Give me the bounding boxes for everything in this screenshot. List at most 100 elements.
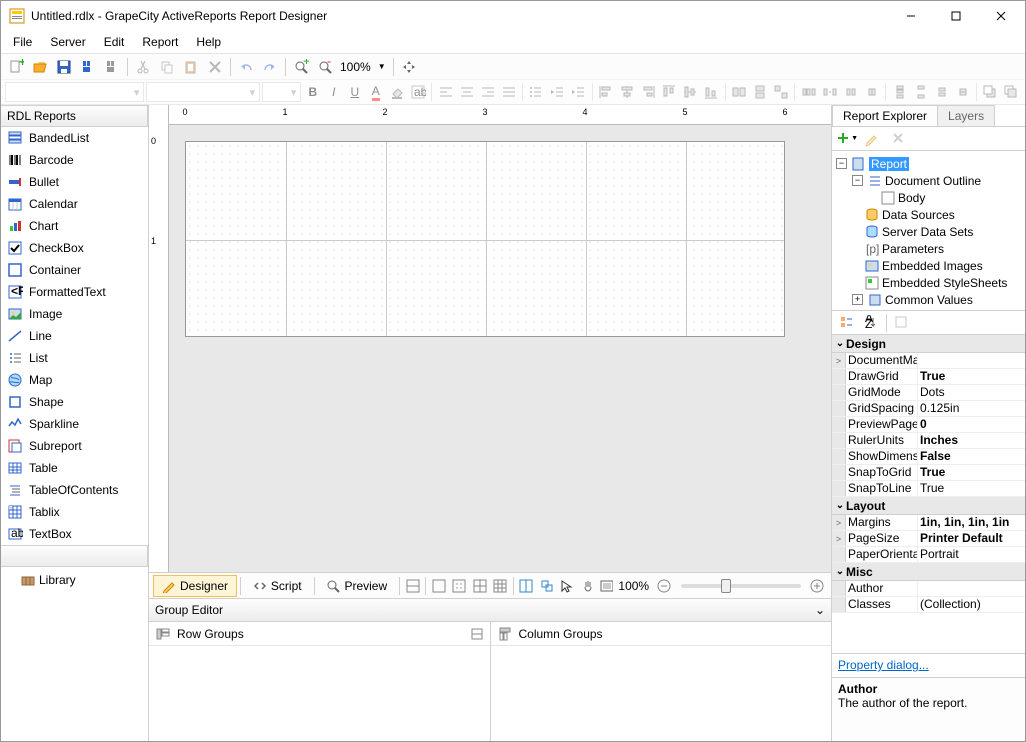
paste-button[interactable] bbox=[180, 56, 202, 78]
toolbox-item-tableofcontents[interactable]: TableOfContents bbox=[1, 479, 148, 501]
minimize-button[interactable] bbox=[888, 2, 933, 31]
load-layout-button[interactable] bbox=[101, 56, 123, 78]
align-centers-button[interactable] bbox=[618, 81, 637, 103]
property-pages-button[interactable] bbox=[891, 312, 913, 334]
dec-v-button[interactable] bbox=[932, 81, 951, 103]
prop-category[interactable]: ⌄Layout bbox=[832, 497, 1025, 515]
dimensions-button[interactable] bbox=[403, 575, 422, 597]
zoom-value[interactable]: 100% bbox=[338, 60, 373, 74]
prop-row-pagesize[interactable]: >PageSizePrinter Default bbox=[832, 531, 1025, 547]
style-combo[interactable]: ▾ bbox=[5, 82, 144, 102]
snap-grid-button[interactable] bbox=[517, 575, 536, 597]
zoom-out-button[interactable]: - bbox=[314, 56, 336, 78]
prop-row-author[interactable]: Author bbox=[832, 581, 1025, 597]
categorized-button[interactable] bbox=[836, 312, 858, 334]
toolbox-item-bullet[interactable]: Bullet bbox=[1, 171, 148, 193]
delete-item-button[interactable] bbox=[888, 128, 910, 150]
layers-tab[interactable]: Layers bbox=[937, 105, 995, 126]
toolbox-item-shape[interactable]: Shape bbox=[1, 391, 148, 413]
toolbox-item-chart[interactable]: Chart bbox=[1, 215, 148, 237]
delete-button[interactable] bbox=[204, 56, 226, 78]
bullets-button[interactable] bbox=[527, 81, 546, 103]
tree-node-datasources[interactable]: Data Sources bbox=[836, 206, 1021, 223]
align-right-button[interactable] bbox=[478, 81, 497, 103]
prop-row-margins[interactable]: >Margins1in, 1in, 1in, 1in bbox=[832, 515, 1025, 531]
prop-row-paperorientation[interactable]: PaperOrientationPortrait bbox=[832, 547, 1025, 563]
align-tops-button[interactable] bbox=[660, 81, 679, 103]
same-width-button[interactable] bbox=[730, 81, 749, 103]
grid-lines-button[interactable] bbox=[470, 575, 489, 597]
prop-row-drawgrid[interactable]: DrawGridTrue bbox=[832, 369, 1025, 385]
menu-server[interactable]: Server bbox=[50, 35, 85, 49]
prop-row-gridmode[interactable]: GridModeDots bbox=[832, 385, 1025, 401]
menu-file[interactable]: File bbox=[13, 35, 32, 49]
pan-button[interactable] bbox=[398, 56, 420, 78]
zoom-out-small-button[interactable] bbox=[654, 575, 673, 597]
zoom-in-button[interactable]: + bbox=[290, 56, 312, 78]
save-button[interactable] bbox=[53, 56, 75, 78]
send-back-button[interactable] bbox=[1002, 81, 1021, 103]
library-item[interactable]: Library bbox=[7, 571, 142, 589]
font-combo[interactable]: ▾ bbox=[146, 82, 260, 102]
size-combo[interactable]: ▾ bbox=[262, 82, 301, 102]
prop-row-snaptoline[interactable]: SnapToLineTrue bbox=[832, 481, 1025, 497]
align-middles-button[interactable] bbox=[681, 81, 700, 103]
tree-node-body[interactable]: Body bbox=[836, 189, 1021, 206]
dec-h-button[interactable] bbox=[841, 81, 860, 103]
toolbox-item-subreport[interactable]: Subreport bbox=[1, 435, 148, 457]
indent-button[interactable] bbox=[569, 81, 588, 103]
designer-tab[interactable]: Designer bbox=[153, 575, 237, 597]
prop-row-snaptogrid[interactable]: SnapToGridTrue bbox=[832, 465, 1025, 481]
cut-button[interactable] bbox=[132, 56, 154, 78]
space-v-button[interactable] bbox=[890, 81, 909, 103]
align-justify-button[interactable] bbox=[499, 81, 518, 103]
space-h-button[interactable] bbox=[799, 81, 818, 103]
close-button[interactable] bbox=[978, 2, 1023, 31]
tree-node-common[interactable]: +Common Values bbox=[836, 291, 1021, 308]
report-explorer-tab[interactable]: Report Explorer bbox=[832, 105, 938, 126]
save-layout-button[interactable] bbox=[77, 56, 99, 78]
select-mode-button[interactable] bbox=[558, 575, 577, 597]
grid-none-button[interactable] bbox=[429, 575, 448, 597]
copy-button[interactable] bbox=[156, 56, 178, 78]
tree-node-serverdatasets[interactable]: Server Data Sets bbox=[836, 223, 1021, 240]
prop-row-rulerunits[interactable]: RulerUnitsInches bbox=[832, 433, 1025, 449]
tree-node-outline[interactable]: −Document Outline bbox=[836, 172, 1021, 189]
tree-node-styles[interactable]: Embedded StyleSheets bbox=[836, 274, 1021, 291]
toolbox-item-barcode[interactable]: Barcode bbox=[1, 149, 148, 171]
charmap-button[interactable]: ab bbox=[408, 81, 427, 103]
prop-category[interactable]: ⌄Misc bbox=[832, 563, 1025, 581]
toolbox-item-container[interactable]: Container bbox=[1, 259, 148, 281]
zoom-dropdown-icon[interactable]: ▼ bbox=[375, 62, 389, 71]
tree-node-parameters[interactable]: [p]Parameters bbox=[836, 240, 1021, 257]
report-page[interactable] bbox=[185, 141, 785, 337]
property-dialog-link[interactable]: Property dialog... bbox=[838, 658, 929, 672]
prop-row-showdimensions[interactable]: ShowDimensionsFalse bbox=[832, 449, 1025, 465]
menu-report[interactable]: Report bbox=[142, 35, 178, 49]
fill-color-button[interactable] bbox=[387, 81, 406, 103]
design-surface[interactable] bbox=[169, 125, 831, 572]
edit-item-button[interactable] bbox=[862, 128, 884, 150]
prop-row-gridspacing[interactable]: GridSpacing0.125in bbox=[832, 401, 1025, 417]
prop-row-documentmap[interactable]: >DocumentMap bbox=[832, 353, 1025, 369]
toolbox-item-checkbox[interactable]: CheckBox bbox=[1, 237, 148, 259]
italic-button[interactable]: I bbox=[324, 81, 343, 103]
toolbox-item-bandedlist[interactable]: BandedList bbox=[1, 127, 148, 149]
pan-mode-button[interactable] bbox=[578, 575, 597, 597]
align-center-button[interactable] bbox=[457, 81, 476, 103]
add-item-button[interactable]: ▼ bbox=[836, 128, 858, 150]
toolbox-item-image[interactable]: Image bbox=[1, 303, 148, 325]
font-color-button[interactable]: A bbox=[366, 81, 385, 103]
zoom-fit-icon[interactable] bbox=[599, 578, 613, 594]
inc-v-button[interactable] bbox=[911, 81, 930, 103]
toolbox-item-tablix[interactable]: Tablix bbox=[1, 501, 148, 523]
rem-h-button[interactable] bbox=[862, 81, 881, 103]
toolbox-item-table[interactable]: Table bbox=[1, 457, 148, 479]
underline-button[interactable]: U bbox=[345, 81, 364, 103]
align-lefts-button[interactable] bbox=[597, 81, 616, 103]
toolbox-item-calendar[interactable]: Calendar bbox=[1, 193, 148, 215]
new-button[interactable]: + bbox=[5, 56, 27, 78]
same-height-button[interactable] bbox=[750, 81, 769, 103]
align-bottoms-button[interactable] bbox=[702, 81, 721, 103]
same-size-button[interactable] bbox=[771, 81, 790, 103]
